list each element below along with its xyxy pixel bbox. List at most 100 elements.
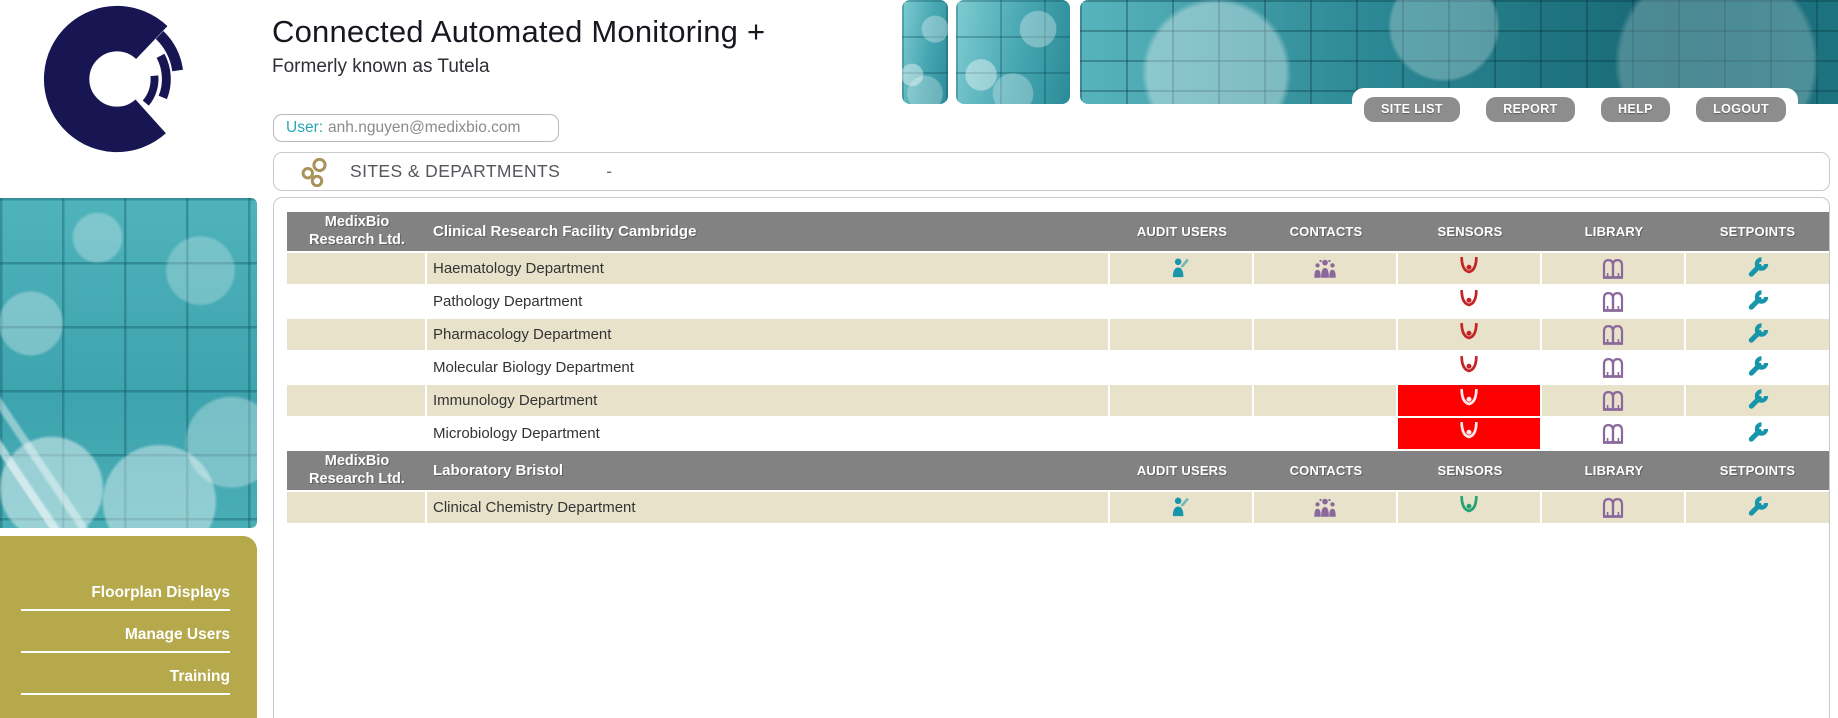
sensor-probe-icon[interactable]	[1457, 290, 1481, 313]
column-header-setpoints: SETPOINTS	[1686, 212, 1829, 253]
user-label: User:	[286, 119, 323, 137]
column-header-sensors: SENSORS	[1398, 451, 1542, 492]
wrench-icon[interactable]	[1746, 356, 1770, 379]
open-book-icon[interactable]	[1601, 389, 1625, 412]
column-header-contacts: CONTACTS	[1254, 212, 1398, 253]
column-header-contacts: CONTACTS	[1254, 451, 1398, 492]
sidebar-link-training[interactable]: Training	[21, 668, 230, 695]
person-edit-icon[interactable]	[1169, 496, 1193, 519]
help-button[interactable]: HELP	[1601, 97, 1670, 122]
setpoints-cell	[1686, 253, 1829, 286]
sidebar-menu: Floorplan Displays Manage Users Training	[0, 536, 257, 718]
company-name: MedixBio Research Ltd.	[287, 212, 427, 253]
sensor-probe-icon[interactable]	[1457, 356, 1481, 379]
open-book-icon[interactable]	[1601, 290, 1625, 313]
page-title: Connected Automated Monitoring +	[272, 14, 765, 50]
open-book-icon[interactable]	[1601, 257, 1625, 280]
table-row: Immunology Department	[287, 385, 1829, 418]
sensor-probe-icon[interactable]	[1457, 257, 1481, 280]
sensors-cell	[1398, 286, 1542, 319]
audit-users-cell	[1110, 253, 1254, 286]
banner-image-medium	[956, 0, 1070, 104]
sensor-probe-icon[interactable]	[1457, 496, 1481, 519]
sensors-cell	[1398, 319, 1542, 352]
library-cell	[1542, 385, 1686, 418]
wrench-icon[interactable]	[1746, 389, 1770, 412]
department-name: Microbiology Department	[427, 418, 1110, 451]
table-row: Pathology Department	[287, 286, 1829, 319]
column-header-sensors: SENSORS	[1398, 212, 1542, 253]
audit-users-cell	[1110, 319, 1254, 352]
user-email: anh.nguyen@medixbio.com	[328, 119, 520, 137]
open-book-icon[interactable]	[1601, 356, 1625, 379]
contacts-cell	[1254, 286, 1398, 319]
company-spacer-cell	[287, 492, 427, 525]
department-name: Immunology Department	[427, 385, 1110, 418]
open-book-icon[interactable]	[1601, 422, 1625, 445]
logout-button[interactable]: LOGOUT	[1696, 97, 1786, 122]
table-row: Molecular Biology Department	[287, 352, 1829, 385]
company-spacer-cell	[287, 352, 427, 385]
sidebar-link-manage-users[interactable]: Manage Users	[21, 626, 230, 653]
audit-users-cell	[1110, 418, 1254, 451]
wrench-icon[interactable]	[1746, 290, 1770, 313]
audit-users-cell	[1110, 492, 1254, 525]
contacts-cell	[1254, 492, 1398, 525]
company-spacer-cell	[287, 385, 427, 418]
banner-image-small	[902, 0, 948, 104]
department-name: Clinical Chemistry Department	[427, 492, 1110, 525]
wrench-icon[interactable]	[1746, 323, 1770, 346]
table-row: Pharmacology Department	[287, 319, 1829, 352]
sensors-cell	[1398, 352, 1542, 385]
contacts-cell	[1254, 352, 1398, 385]
audit-users-cell	[1110, 352, 1254, 385]
sidebar-decorative-image	[0, 198, 257, 528]
people-group-icon[interactable]	[1313, 496, 1337, 519]
audit-users-cell	[1110, 286, 1254, 319]
wrench-icon[interactable]	[1746, 422, 1770, 445]
sites-departments-bar: SITES & DEPARTMENTS -	[273, 152, 1830, 191]
section-title: SITES & DEPARTMENTS	[350, 161, 560, 182]
sensors-alarm-cell	[1398, 418, 1542, 451]
company-spacer-cell	[287, 253, 427, 286]
section-title-suffix: -	[606, 161, 612, 182]
contacts-cell	[1254, 253, 1398, 286]
library-cell	[1542, 286, 1686, 319]
sensor-probe-icon[interactable]	[1457, 389, 1481, 412]
contacts-cell	[1254, 418, 1398, 451]
department-name: Haematology Department	[427, 253, 1110, 286]
wrench-icon[interactable]	[1746, 496, 1770, 519]
top-nav-strip: SITE LIST REPORT HELP LOGOUT	[1352, 88, 1798, 130]
setpoints-cell	[1686, 492, 1829, 525]
column-header-setpoints: SETPOINTS	[1686, 451, 1829, 492]
column-header-library: LIBRARY	[1542, 451, 1686, 492]
sites-table-container: MedixBio Research Ltd. Clinical Research…	[273, 197, 1830, 718]
sensor-probe-icon[interactable]	[1457, 323, 1481, 346]
company-spacer-cell	[287, 286, 427, 319]
sensors-cell	[1398, 492, 1542, 525]
sensor-probe-icon[interactable]	[1457, 422, 1481, 445]
sites-departments-table: MedixBio Research Ltd. Clinical Research…	[287, 212, 1829, 525]
sensors-cell	[1398, 253, 1542, 286]
sidebar-link-floorplan-displays[interactable]: Floorplan Displays	[21, 584, 230, 611]
site-header-row: MedixBio Research Ltd. Laboratory Bristo…	[287, 451, 1829, 492]
open-book-icon[interactable]	[1601, 496, 1625, 519]
cam-plus-logo	[38, 0, 196, 158]
library-cell	[1542, 492, 1686, 525]
people-group-icon[interactable]	[1313, 257, 1337, 280]
current-user-box: User: anh.nguyen@medixbio.com	[273, 114, 559, 142]
department-name: Pharmacology Department	[427, 319, 1110, 352]
contacts-cell	[1254, 385, 1398, 418]
setpoints-cell	[1686, 352, 1829, 385]
app-window: Connected Automated Monitoring + Formerl…	[0, 0, 1838, 718]
department-name: Pathology Department	[427, 286, 1110, 319]
open-book-icon[interactable]	[1601, 323, 1625, 346]
site-header-row: MedixBio Research Ltd. Clinical Research…	[287, 212, 1829, 253]
setpoints-cell	[1686, 286, 1829, 319]
person-edit-icon[interactable]	[1169, 257, 1193, 280]
audit-users-cell	[1110, 385, 1254, 418]
wrench-icon[interactable]	[1746, 257, 1770, 280]
company-spacer-cell	[287, 319, 427, 352]
site-list-button[interactable]: SITE LIST	[1364, 97, 1460, 122]
report-button[interactable]: REPORT	[1486, 97, 1575, 122]
